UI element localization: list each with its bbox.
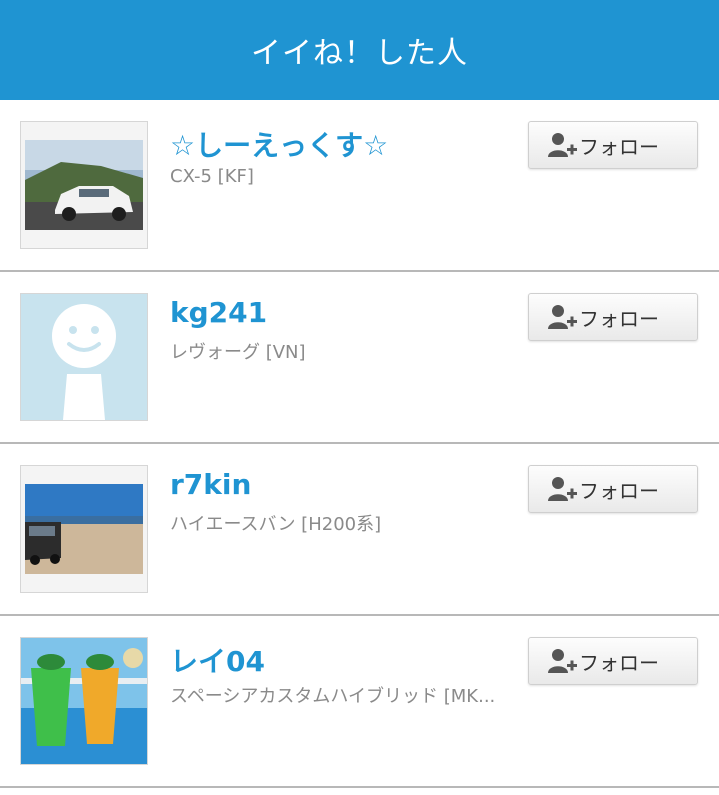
user-car: ハイエースバン [H200系] xyxy=(170,514,382,535)
follow-button-label: フォロー xyxy=(579,650,659,675)
follow-button[interactable]: フォロー xyxy=(528,121,698,169)
avatar[interactable] xyxy=(20,121,148,249)
follow-button[interactable]: フォロー xyxy=(528,293,698,341)
follow-button[interactable]: フォロー xyxy=(528,637,698,685)
user-name[interactable]: kg241 xyxy=(170,296,267,329)
avatar[interactable] xyxy=(20,293,148,421)
add-user-icon xyxy=(547,303,577,331)
header-bar: イイね！した人 xyxy=(0,0,719,100)
user-name[interactable]: r7kin xyxy=(170,468,251,501)
user-car: CX-5 [KF] xyxy=(170,166,254,187)
user-name[interactable]: ☆しーえっくす☆ xyxy=(170,124,388,164)
add-user-icon xyxy=(547,131,577,159)
list-item[interactable]: レイ04 スペーシアカスタムハイブリッド [MK... フォロー xyxy=(0,616,719,788)
user-car: レヴォーグ [VN] xyxy=(170,342,306,363)
follow-button-label: フォロー xyxy=(579,306,659,331)
follow-button-label: フォロー xyxy=(579,478,659,503)
avatar[interactable] xyxy=(20,637,148,765)
avatar[interactable] xyxy=(20,465,148,593)
follow-button-label: フォロー xyxy=(579,134,659,159)
add-user-icon xyxy=(547,475,577,503)
list-item[interactable]: ☆しーえっくす☆ CX-5 [KF] フォロー xyxy=(0,100,719,272)
user-name[interactable]: レイ04 xyxy=(170,640,265,680)
add-user-icon xyxy=(547,647,577,675)
follow-button[interactable]: フォロー xyxy=(528,465,698,513)
list-item[interactable]: r7kin ハイエースバン [H200系] フォロー xyxy=(0,444,719,616)
user-car: スペーシアカスタムハイブリッド [MK... xyxy=(170,686,496,707)
list-item[interactable]: kg241 レヴォーグ [VN] フォロー xyxy=(0,272,719,444)
user-list: ☆しーえっくす☆ CX-5 [KF] フォロー kg241 レヴォーグ [VN]… xyxy=(0,100,719,788)
page-title: イイね！した人 xyxy=(251,36,468,71)
